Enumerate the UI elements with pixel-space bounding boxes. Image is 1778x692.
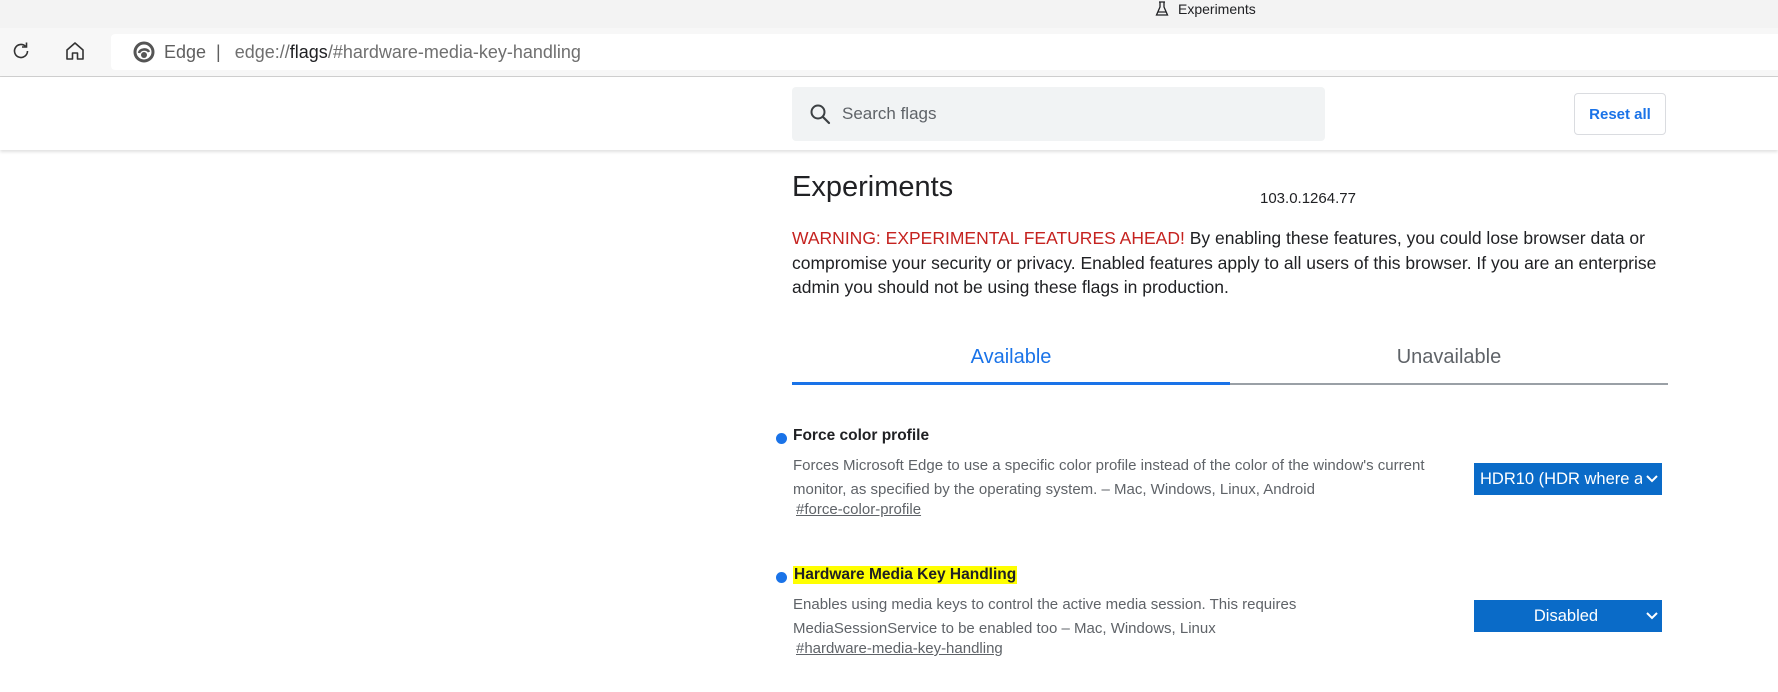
edge-logo-icon [133, 41, 155, 63]
flag-anchor-link[interactable]: #hardware-media-key-handling [796, 640, 1003, 657]
warning-blurb: WARNING: EXPERIMENTAL FEATURES AHEAD! By… [792, 226, 1672, 300]
flag-select-force-color-profile[interactable]: HDR10 (HDR where a [1474, 463, 1662, 495]
search-box[interactable] [792, 87, 1325, 141]
flag-name: Force color profile [793, 427, 930, 444]
version-number: 103.0.1264.77 [1260, 190, 1356, 207]
refresh-button[interactable] [8, 40, 34, 66]
address-bar[interactable]: Edge | edge://flags/#hardware-media-key-… [111, 34, 1778, 70]
flag-anchor-link[interactable]: #force-color-profile [796, 501, 921, 518]
flask-icon [1155, 1, 1169, 17]
active-tab-indicator [792, 382, 1230, 385]
tab-strip: Experiments [0, 0, 1778, 28]
home-button[interactable] [62, 40, 88, 66]
flag-name: Hardware Media Key Handling [793, 566, 1018, 584]
search-icon [808, 102, 832, 126]
refresh-icon [10, 40, 32, 67]
flags-header: Reset all [0, 77, 1778, 150]
flag-status-dot [776, 572, 787, 583]
select-value: HDR10 (HDR where a [1480, 469, 1642, 488]
address-separator: | [216, 41, 221, 62]
flag-select-hardware-media-key-handling[interactable]: Disabled [1474, 600, 1662, 632]
search-input[interactable] [840, 103, 1304, 125]
flag-status-dot [776, 433, 787, 444]
browser-toolbar: Edge | edge://flags/#hardware-media-key-… [0, 28, 1778, 77]
url-scheme: edge:// [234, 41, 290, 62]
tab-title: Experiments [1178, 1, 1256, 17]
chevron-down-icon [1642, 469, 1662, 489]
tab-unavailable[interactable]: Unavailable [1230, 330, 1668, 384]
url-host: flags [289, 41, 328, 62]
active-tab[interactable]: Experiments [1155, 0, 1256, 18]
url-path: /#hardware-media-key-handling [327, 41, 581, 62]
flag-description: Enables using media keys to control the … [793, 596, 1297, 637]
url-text[interactable]: edge://flags/#hardware-media-key-handlin… [235, 42, 581, 63]
page-title: Experiments [792, 171, 954, 203]
warning-text: WARNING: EXPERIMENTAL FEATURES AHEAD! [792, 228, 1185, 248]
tab-available[interactable]: Available [792, 330, 1230, 384]
select-value: Disabled [1533, 606, 1599, 625]
flag-description: Forces Microsoft Edge to use a specific … [793, 457, 1425, 498]
home-icon [64, 40, 86, 67]
reset-all-button[interactable]: Reset all [1574, 93, 1666, 135]
flags-tabs: Available Unavailable [792, 330, 1668, 385]
chevron-down-icon [1642, 606, 1662, 626]
site-name: Edge [164, 41, 207, 62]
